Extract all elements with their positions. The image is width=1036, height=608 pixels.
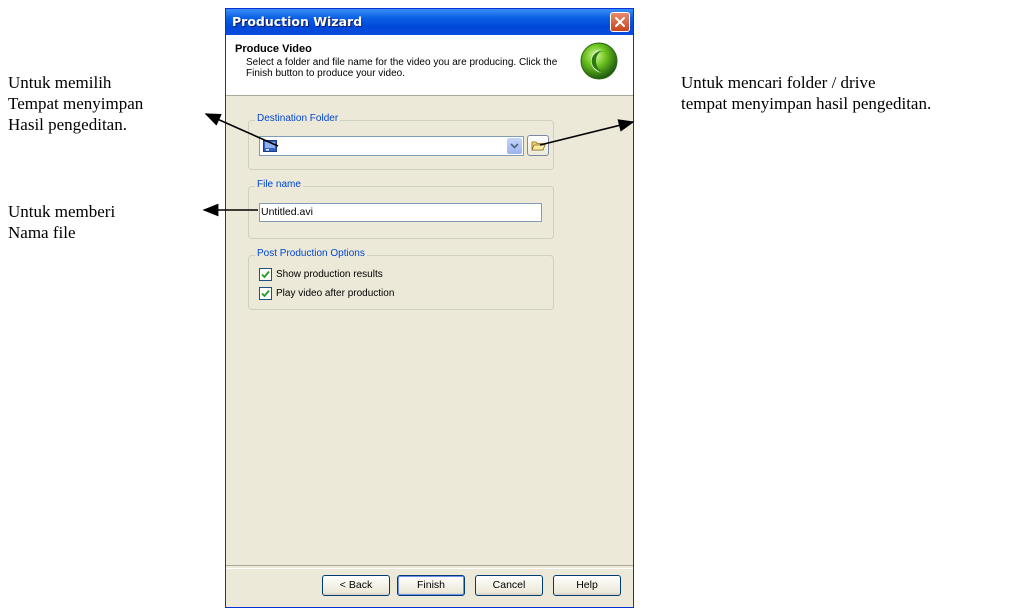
title-bar[interactable]: Production Wizard: [226, 9, 633, 35]
annotation-destination: Untuk memilih Tempat menyimpan Hasil pen…: [8, 72, 143, 135]
destination-folder-group: Destination Folder: [248, 113, 554, 170]
drive-icon: [263, 140, 277, 152]
annotation-line: Hasil pengeditan.: [8, 115, 127, 134]
finish-button[interactable]: Finish: [397, 575, 465, 596]
annotation-line: Nama file: [8, 223, 76, 242]
destination-folder-label: Destination Folder: [255, 113, 341, 124]
file-name-group: File name Untitled.avi: [248, 179, 554, 239]
checkmark-icon: [261, 289, 270, 298]
checkmark-icon: [261, 270, 270, 279]
annotation-line: Tempat menyimpan: [8, 94, 144, 113]
destination-folder-combobox[interactable]: [259, 136, 524, 156]
post-production-options-group: Post Production Options Show production …: [248, 248, 554, 310]
annotation-line: Untuk mencari folder / drive: [681, 73, 876, 92]
help-button[interactable]: Help: [553, 575, 621, 596]
annotation-line: tempat menyimpan hasil pengeditan.: [681, 94, 932, 113]
production-wizard-window: Production Wizard Produce Video Select a…: [225, 8, 634, 608]
footer-divider: [226, 565, 633, 569]
wizard-header: Produce Video Select a folder and file n…: [226, 35, 633, 96]
close-icon: [615, 17, 625, 27]
header-title: Produce Video: [235, 43, 312, 55]
annotation-line: Untuk memberi: [8, 202, 116, 221]
show-production-results-checkbox[interactable]: [259, 268, 272, 281]
green-orb-logo-icon: [580, 42, 618, 80]
close-button[interactable]: [610, 12, 630, 32]
play-video-after-production-checkbox[interactable]: [259, 287, 272, 300]
show-production-results-label: Show production results: [276, 269, 383, 280]
post-production-options-label: Post Production Options: [255, 248, 367, 259]
file-name-input[interactable]: Untitled.avi: [259, 203, 542, 222]
annotation-browse: Untuk mencari folder / drive tempat meny…: [681, 72, 931, 114]
annotation-line: Untuk memilih: [8, 73, 112, 92]
header-description: Select a folder and file name for the vi…: [246, 57, 558, 79]
window-title: Production Wizard: [232, 14, 363, 29]
browse-folder-button[interactable]: [527, 135, 549, 156]
back-button[interactable]: < Back: [322, 575, 390, 596]
chevron-down-icon: [510, 143, 519, 149]
cancel-button[interactable]: Cancel: [475, 575, 543, 596]
play-video-after-production-label: Play video after production: [276, 288, 395, 299]
open-folder-icon: [531, 141, 546, 151]
file-name-label: File name: [255, 179, 303, 190]
destination-dropdown-button[interactable]: [507, 138, 522, 154]
annotation-file-name: Untuk memberi Nama file: [8, 201, 115, 243]
